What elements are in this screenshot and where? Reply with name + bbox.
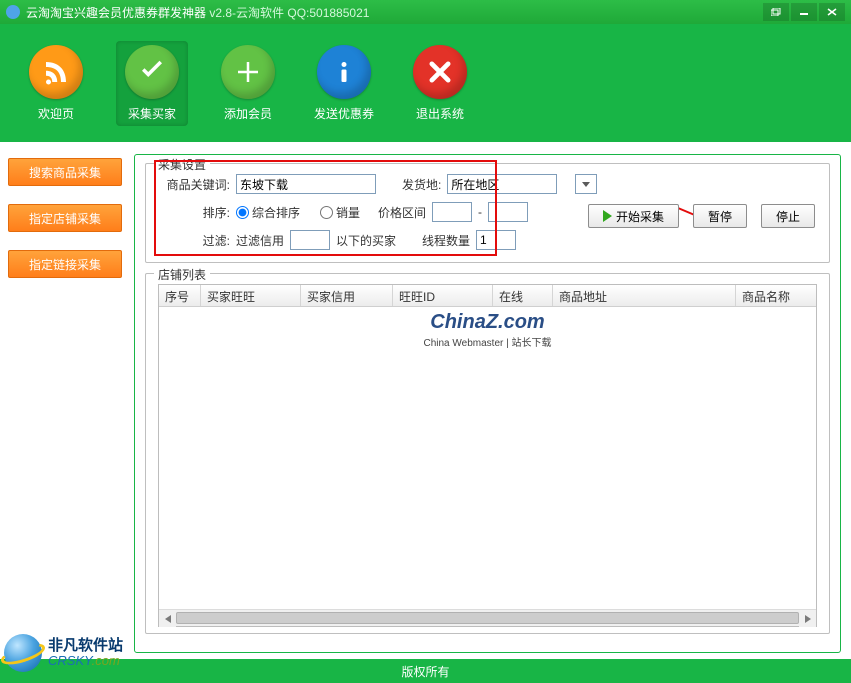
table-header: 序号 买家旺旺 买家信用 旺旺ID 在线 商品地址 商品名称 — [159, 285, 816, 307]
table-body: ChinaZ.com China Webmaster | 站长下载 — [159, 307, 816, 609]
ship-dropdown[interactable] — [575, 174, 597, 194]
play-icon — [603, 210, 612, 222]
toolbar: 欢迎页 采集买家 添加会员 发送优惠券 退出系统 — [0, 24, 851, 142]
check-icon — [125, 45, 179, 99]
toolbar-label: 发送优惠券 — [314, 105, 374, 122]
toolbar-add-member[interactable]: 添加会员 — [212, 45, 284, 122]
toolbar-exit[interactable]: 退出系统 — [404, 45, 476, 122]
filter-credit-suffix: 以下的买家 — [336, 232, 396, 249]
thread-input[interactable] — [476, 230, 516, 250]
col-credit[interactable]: 买家信用 — [301, 285, 393, 306]
scroll-thumb[interactable] — [176, 612, 799, 624]
sidebar-link-collect[interactable]: 指定链接采集 — [8, 250, 122, 278]
col-wwid[interactable]: 旺旺ID — [393, 285, 493, 306]
toolbar-label: 添加会员 — [224, 105, 272, 122]
toolbar-label: 退出系统 — [416, 105, 464, 122]
sort-label: 排序: — [158, 204, 230, 221]
toolbar-label: 采集买家 — [128, 105, 176, 122]
window-title: 云淘淘宝兴趣会员优惠券群发神器 v2.8-云淘软件 QQ:501885021 — [26, 4, 763, 21]
toolbar-label: 欢迎页 — [38, 105, 74, 122]
col-online[interactable]: 在线 — [493, 285, 553, 306]
window-controls — [763, 3, 845, 21]
scroll-right-icon[interactable] — [799, 610, 816, 627]
pause-button[interactable]: 暂停 — [693, 204, 747, 228]
list-fieldset: 店铺列表 序号 买家旺旺 买家信用 旺旺ID 在线 商品地址 商品名称 Chin… — [145, 273, 830, 634]
sidebar-search-product[interactable]: 搜索商品采集 — [8, 158, 122, 186]
col-name[interactable]: 商品名称 — [736, 285, 816, 306]
filter-credit-prefix: 过滤信用 — [236, 232, 284, 249]
start-button[interactable]: 开始采集 — [588, 204, 679, 228]
action-buttons: 开始采集 暂停 停止 — [588, 204, 815, 228]
toolbar-send-coupon[interactable]: 发送优惠券 — [308, 45, 380, 122]
rss-icon — [29, 45, 83, 99]
minimize-button[interactable] — [791, 3, 817, 21]
thread-label: 线程数量 — [422, 232, 470, 249]
close-button[interactable] — [819, 3, 845, 21]
horizontal-scrollbar[interactable] — [159, 609, 816, 626]
close-icon — [413, 45, 467, 99]
app-icon — [6, 5, 20, 19]
price-min-input[interactable] — [432, 202, 472, 222]
keyword-label: 商品关键词: — [158, 176, 230, 193]
restore-button[interactable] — [763, 3, 789, 21]
filter-credit-input[interactable] — [290, 230, 330, 250]
scroll-left-icon[interactable] — [159, 610, 176, 627]
main-panel: 采集设置 商品关键词: 发货地: 排序: 综合排序 — [134, 154, 841, 653]
toolbar-collect-buyer[interactable]: 采集买家 — [116, 41, 188, 126]
sidebar: 搜索商品采集 指定店铺采集 指定链接采集 — [0, 142, 130, 659]
plus-icon — [221, 45, 275, 99]
ship-input[interactable] — [447, 174, 557, 194]
col-wangwang[interactable]: 买家旺旺 — [201, 285, 301, 306]
settings-legend: 采集设置 — [154, 156, 210, 173]
price-sep: - — [478, 205, 482, 219]
price-max-input[interactable] — [488, 202, 528, 222]
stop-button[interactable]: 停止 — [761, 204, 815, 228]
filter-label: 过滤: — [158, 232, 230, 249]
col-seq[interactable]: 序号 — [159, 285, 201, 306]
sort-radio-sales[interactable]: 销量 — [320, 204, 360, 221]
sort-radio-composite[interactable]: 综合排序 — [236, 204, 300, 221]
ship-label: 发货地: — [402, 176, 441, 193]
sidebar-shop-collect[interactable]: 指定店铺采集 — [8, 204, 122, 232]
footer-text: 版权所有 — [401, 663, 449, 680]
list-legend: 店铺列表 — [154, 266, 210, 283]
settings-fieldset: 采集设置 商品关键词: 发货地: 排序: 综合排序 — [145, 163, 830, 263]
info-icon — [317, 45, 371, 99]
footer: 版权所有 — [0, 659, 851, 683]
titlebar: 云淘淘宝兴趣会员优惠券群发神器 v2.8-云淘软件 QQ:501885021 — [0, 0, 851, 24]
table: 序号 买家旺旺 买家信用 旺旺ID 在线 商品地址 商品名称 ChinaZ.co… — [158, 284, 817, 627]
keyword-input[interactable] — [236, 174, 376, 194]
toolbar-welcome[interactable]: 欢迎页 — [20, 45, 92, 122]
watermark: ChinaZ.com China Webmaster | 站长下载 — [423, 311, 551, 349]
col-url[interactable]: 商品地址 — [553, 285, 736, 306]
price-label: 价格区间 — [378, 204, 426, 221]
